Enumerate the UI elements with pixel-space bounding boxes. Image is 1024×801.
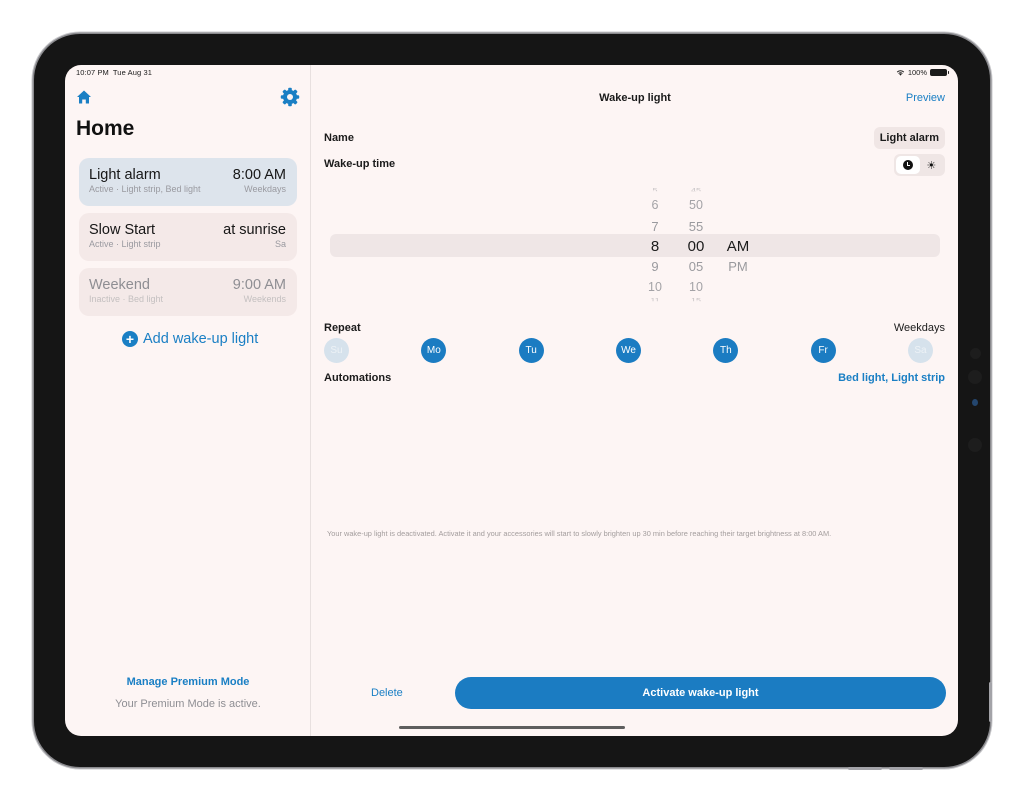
alarm-list-item[interactable]: Weekend 9:00 AM Inactive · Bed light Weeke… bbox=[79, 268, 297, 316]
repeat-value: Weekdays bbox=[893, 322, 945, 334]
detail-panel: Wake-up light Preview Name Light alarm W… bbox=[312, 65, 958, 736]
alarm-detail: Inactive · Bed light bbox=[89, 294, 164, 304]
picker-option[interactable]: 15 bbox=[680, 297, 712, 301]
picker-selection-band bbox=[330, 234, 940, 257]
day-toggle-sa[interactable]: Sa bbox=[908, 338, 933, 363]
clock-icon bbox=[902, 160, 913, 170]
picker-selected-value[interactable]: 00 bbox=[680, 239, 712, 254]
volume-down-button bbox=[889, 767, 923, 770]
alarm-name: Weekend bbox=[89, 277, 150, 293]
picker-option[interactable]: 50 bbox=[680, 199, 712, 212]
sun-icon: ☀ bbox=[926, 159, 937, 172]
alarm-list-item[interactable]: Slow Start at sunrise Active · Light stri… bbox=[79, 213, 297, 261]
picker-option[interactable]: 55 bbox=[680, 220, 712, 233]
manage-premium-link[interactable]: Manage Premium Mode bbox=[65, 676, 311, 688]
activate-button-label: Activate wake-up light bbox=[642, 687, 759, 699]
alarm-time: 8:00 AM bbox=[232, 167, 286, 183]
add-wake-up-light-button[interactable]: + Add wake-up light bbox=[122, 331, 258, 347]
picker-option[interactable]: 9 bbox=[640, 260, 670, 273]
home-icon[interactable] bbox=[76, 89, 92, 105]
picker-option[interactable]: 5 bbox=[640, 187, 670, 191]
day-toggle-we[interactable]: We bbox=[616, 338, 641, 363]
plus-circle-icon: + bbox=[122, 331, 138, 347]
wake-up-time-label: Wake-up time bbox=[324, 158, 396, 170]
picker-option[interactable]: 45 bbox=[680, 187, 712, 191]
repeat-label: Repeat bbox=[324, 322, 361, 334]
name-label: Name bbox=[324, 132, 354, 144]
automations-label: Automations bbox=[324, 372, 392, 384]
picker-option[interactable]: 05 bbox=[680, 260, 712, 273]
alarm-name: Light alarm bbox=[89, 167, 161, 183]
delete-button[interactable]: Delete bbox=[371, 687, 403, 699]
automations-link[interactable]: Bed light, Light strip bbox=[838, 372, 945, 384]
picker-option[interactable]: 11 bbox=[640, 297, 670, 301]
time-mode-toggle[interactable]: ☀ bbox=[894, 154, 945, 176]
picker-option[interactable]: 7 bbox=[640, 220, 670, 233]
hour-wheel[interactable]: 5 6 7 8 9 10 11 bbox=[640, 185, 670, 305]
day-toggle-th[interactable]: Th bbox=[713, 338, 739, 363]
day-toggle-mo[interactable]: Mo bbox=[421, 338, 447, 363]
alarm-days: Sa bbox=[274, 239, 286, 249]
premium-status-text: Your Premium Mode is active. bbox=[115, 698, 261, 710]
sensor-dot bbox=[968, 370, 982, 384]
picker-selected-value[interactable]: AM bbox=[722, 239, 754, 254]
alarm-time: at sunrise bbox=[223, 222, 286, 238]
picker-selected-value[interactable]: 8 bbox=[640, 239, 670, 254]
picker-option[interactable]: PM bbox=[722, 260, 754, 273]
sensor-dot bbox=[968, 438, 982, 452]
sidebar: Home Light alarm 8:00 AM Active · Light s… bbox=[65, 65, 311, 736]
clock-mode-segment[interactable] bbox=[896, 156, 920, 174]
period-wheel[interactable]: AM PM bbox=[722, 185, 754, 305]
preview-button[interactable]: Preview bbox=[906, 92, 945, 104]
name-field[interactable]: Light alarm bbox=[873, 127, 945, 149]
alarm-list-item[interactable]: Light alarm 8:00 AM Active · Light strip,… bbox=[79, 158, 297, 206]
volume-up-button bbox=[848, 767, 882, 770]
day-toggle-fr[interactable]: Fr bbox=[810, 338, 836, 363]
power-button bbox=[989, 682, 992, 722]
page-title: Home bbox=[76, 117, 135, 140]
camera-lens bbox=[972, 399, 978, 406]
add-wake-up-light-label: Add wake-up light bbox=[143, 331, 259, 347]
sensor-dot bbox=[970, 348, 981, 359]
picker-option[interactable]: 6 bbox=[640, 199, 670, 212]
sunrise-mode-segment[interactable]: ☀ bbox=[920, 156, 944, 174]
alarm-detail: Active · Light strip bbox=[89, 239, 161, 249]
alarm-days: Weekends bbox=[243, 294, 286, 304]
picker-option[interactable]: 10 bbox=[640, 281, 670, 294]
day-toggle-tu[interactable]: Tu bbox=[518, 338, 544, 363]
gear-icon[interactable] bbox=[280, 87, 300, 107]
home-indicator bbox=[399, 726, 625, 729]
status-footnote: Your wake-up light is deactivated. Activ… bbox=[327, 529, 832, 538]
alarm-days: Weekdays bbox=[244, 184, 286, 194]
day-toggle-su[interactable]: Su bbox=[324, 338, 349, 363]
alarm-detail: Active · Light strip, Bed light bbox=[89, 184, 201, 194]
picker-option[interactable]: 10 bbox=[680, 281, 712, 294]
minute-wheel[interactable]: 45 50 55 00 05 10 15 bbox=[680, 185, 712, 305]
activate-button[interactable]: Activate wake-up light bbox=[455, 677, 946, 709]
alarm-name: Slow Start bbox=[89, 222, 156, 238]
alarm-time: 9:00 AM bbox=[232, 277, 286, 293]
nav-title: Wake-up light bbox=[599, 92, 671, 104]
screen: 10:07 PM Tue Aug 31 100% Home Light alar… bbox=[65, 65, 958, 736]
